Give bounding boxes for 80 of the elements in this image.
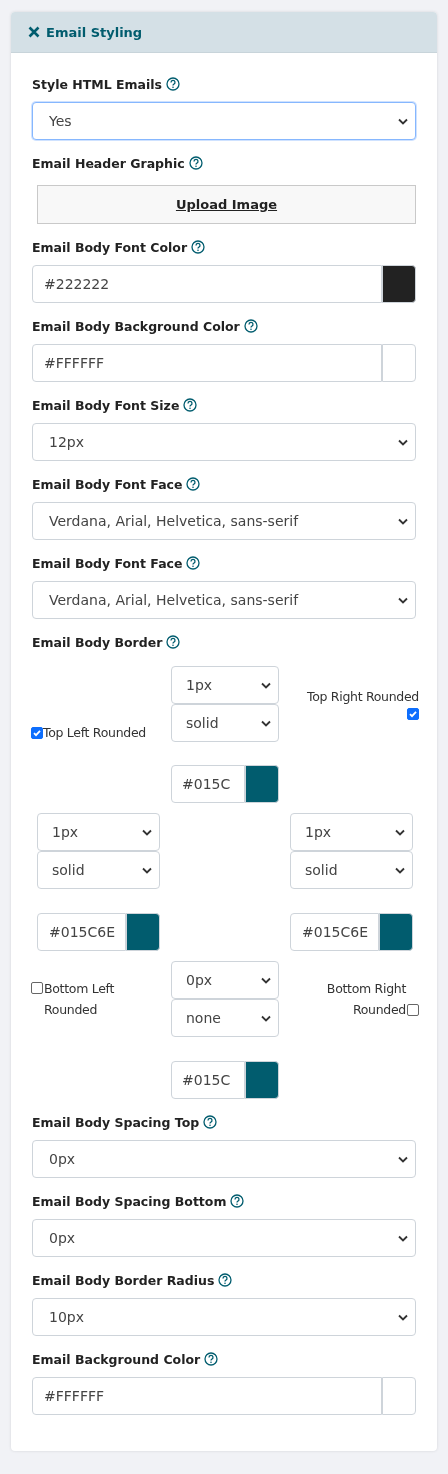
field-label: Email Body Spacing Bottom: [32, 1193, 227, 1209]
color-input[interactable]: #015C6E: [37, 913, 126, 951]
field-label: Email Body Font Face: [32, 555, 183, 571]
color-input[interactable]: #015C6E: [290, 913, 379, 951]
color-swatch[interactable]: [379, 913, 413, 951]
dropdown[interactable]: Verdana, Arial, Helvetica, sans-serif: [32, 581, 416, 619]
help-icon[interactable]: [183, 398, 198, 412]
chevron-down-icon: [395, 828, 405, 836]
color-input[interactable]: #FFFFFF: [32, 1377, 382, 1415]
chevron-down-icon: [261, 719, 271, 727]
field-label: Email Background Color: [32, 1351, 201, 1367]
color-swatch[interactable]: [382, 265, 416, 303]
dropdown[interactable]: solid: [290, 851, 413, 889]
help-icon[interactable]: [204, 1352, 219, 1366]
field-label: Email Body Spacing Top: [32, 1114, 200, 1130]
field-label: Email Body Font Color: [32, 239, 188, 255]
chevron-down-icon: [142, 828, 152, 836]
color-input[interactable]: #015C: [171, 765, 245, 803]
color-swatch[interactable]: [126, 913, 160, 951]
chevron-down-icon: [142, 866, 152, 874]
dropdown[interactable]: solid: [37, 851, 160, 889]
checkbox[interactable]: [407, 707, 419, 720]
help-icon[interactable]: [186, 556, 201, 570]
chevron-down-icon: [398, 517, 408, 525]
dropdown[interactable]: 1px: [37, 813, 160, 851]
color-swatch[interactable]: [382, 1377, 416, 1415]
dropdown[interactable]: Verdana, Arial, Helvetica, sans-serif: [32, 502, 416, 540]
help-icon[interactable]: [188, 156, 203, 170]
chevron-down-icon: [261, 681, 271, 689]
color-swatch[interactable]: [382, 344, 416, 382]
color-input[interactable]: #222222: [32, 265, 382, 303]
help-icon[interactable]: [243, 319, 258, 333]
dropdown[interactable]: 1px: [290, 813, 413, 851]
dropdown[interactable]: 1px: [171, 666, 279, 704]
color-swatch[interactable]: [245, 1061, 279, 1099]
dropdown[interactable]: 0px: [171, 961, 279, 999]
checkbox[interactable]: [31, 726, 43, 739]
help-icon[interactable]: [186, 477, 201, 491]
help-icon[interactable]: [230, 1194, 245, 1208]
field-label: Email Body Background Color: [32, 318, 240, 334]
checkbox-label: Bottom Left Rounded: [44, 980, 116, 1019]
panel-title: Email Styling: [46, 24, 143, 40]
field-label: Email Header Graphic: [32, 155, 185, 171]
dropdown[interactable]: 0px: [32, 1140, 416, 1178]
dropdown[interactable]: none: [171, 999, 279, 1037]
field-label: Style HTML Emails: [32, 76, 162, 92]
chevron-down-icon: [398, 596, 408, 604]
chevron-down-icon: [261, 1014, 271, 1022]
field-label: Email Body Font Size: [32, 397, 180, 413]
checkbox-label: Bottom Right Rounded: [325, 980, 406, 1019]
color-input[interactable]: #015C: [171, 1061, 245, 1099]
dropdown[interactable]: solid: [171, 704, 279, 742]
color-swatch[interactable]: [245, 765, 279, 803]
help-icon[interactable]: [166, 635, 181, 649]
panel-header[interactable]: Email Styling: [11, 12, 437, 53]
help-icon[interactable]: [218, 1273, 233, 1287]
color-input[interactable]: #FFFFFF: [32, 344, 382, 382]
chevron-down-icon: [398, 438, 408, 446]
checkbox-label: Top Right Rounded: [306, 688, 419, 704]
help-icon[interactable]: [203, 1115, 218, 1129]
field-label: Email Body Border Radius: [32, 1272, 215, 1288]
help-icon[interactable]: [166, 77, 180, 91]
chevron-down-icon: [398, 1313, 408, 1321]
checkbox[interactable]: [31, 982, 43, 994]
upload-image-button[interactable]: Upload Image: [37, 185, 416, 224]
dropdown[interactable]: 10px: [32, 1298, 416, 1336]
field-label: Email Body Border: [32, 634, 163, 650]
checkbox[interactable]: [407, 1004, 419, 1016]
field-label: Email Body Font Face: [32, 476, 183, 492]
help-icon[interactable]: [191, 240, 206, 254]
chevron-down-icon: [395, 866, 405, 874]
chevron-down-icon: [261, 976, 271, 984]
dropdown[interactable]: Yes: [32, 102, 416, 140]
chevron-down-icon: [398, 1155, 408, 1163]
close-icon[interactable]: [28, 26, 40, 38]
chevron-down-icon: [398, 1234, 408, 1242]
chevron-down-icon: [398, 117, 408, 125]
checkbox-label: Top Left Rounded: [43, 725, 146, 740]
dropdown[interactable]: 0px: [32, 1219, 416, 1257]
dropdown[interactable]: 12px: [32, 423, 416, 461]
